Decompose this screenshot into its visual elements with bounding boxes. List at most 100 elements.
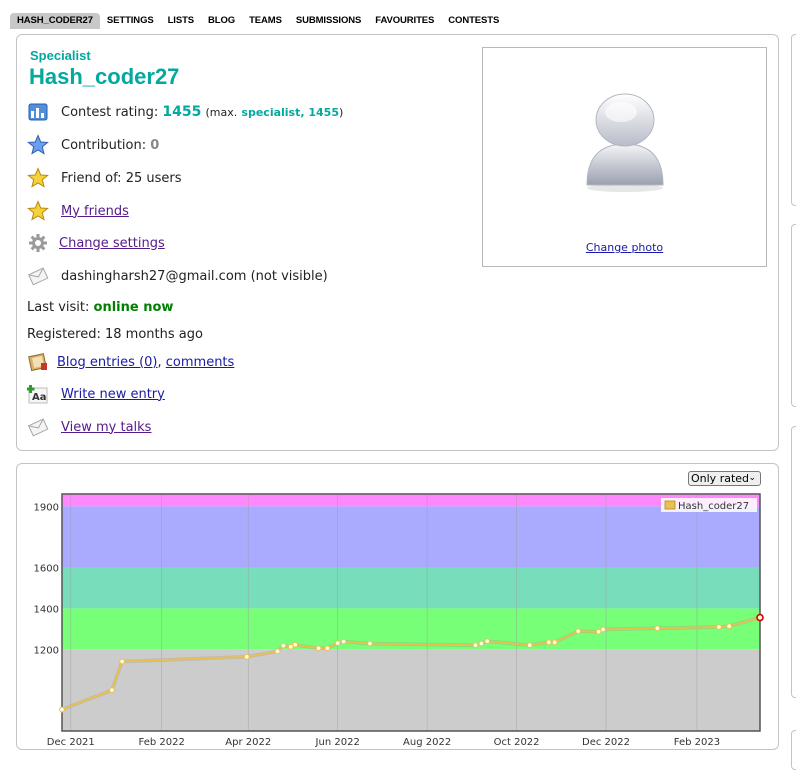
graph-filter-select[interactable]: Only rated ⌄ xyxy=(688,471,761,486)
x-tick-label-5: Oct 2022 xyxy=(494,737,540,748)
x-tick-label-6: Dec 2022 xyxy=(582,737,630,748)
profile-info-box: Specialist Hash_coder27 Contest rating: … xyxy=(16,34,779,451)
rating-point-0 xyxy=(59,706,65,713)
rating-point-21 xyxy=(600,626,606,633)
star-blue-icon xyxy=(27,134,49,156)
blog-row: Blog entries (0), comments xyxy=(27,351,234,373)
rating-point-24 xyxy=(726,623,733,630)
rating-point-18 xyxy=(551,639,558,646)
tab-contests[interactable]: CONTESTS xyxy=(441,13,506,29)
change-photo-link[interactable]: Change photo xyxy=(586,241,663,254)
comma-separator: , xyxy=(157,354,162,370)
registered-text: Registered: 18 months ago xyxy=(27,326,203,342)
rating-point-7 xyxy=(292,641,299,648)
rating-point-17 xyxy=(545,639,552,646)
graph-filter-value: Only rated xyxy=(691,472,750,485)
rating-point-2 xyxy=(119,658,126,665)
contribution-row: Contribution: 0 xyxy=(27,134,159,156)
rating-point-5 xyxy=(280,642,287,649)
max-rank: specialist, 1455 xyxy=(241,105,339,119)
tab-handle[interactable]: HASH_CODER27 xyxy=(10,12,100,29)
tab-teams[interactable]: TEAMS xyxy=(242,13,289,29)
x-tick-label-2: Apr 2022 xyxy=(225,737,271,748)
my-friends-row: My friends xyxy=(27,200,129,222)
rating-chart-icon xyxy=(27,101,49,123)
x-tick-label-0: Dec 2021 xyxy=(47,737,95,748)
comments-link[interactable]: comments xyxy=(166,355,235,370)
settings-row: Change settings xyxy=(27,232,165,254)
sidebar-edge-3 xyxy=(791,426,796,698)
rating-point-8 xyxy=(315,645,322,652)
chevron-down-icon: ⌄ xyxy=(748,473,756,483)
talks-envelope-icon xyxy=(27,416,49,438)
change-settings-link[interactable]: Change settings xyxy=(59,236,165,251)
sidebar-edge-1 xyxy=(791,34,796,206)
rating-label: Contest rating: xyxy=(61,104,159,120)
email-row: dashingharsh27@gmail.com (not visible) xyxy=(27,265,328,287)
contribution-value: 0 xyxy=(150,137,160,153)
y-tick-label-3: 1900 xyxy=(34,502,59,513)
view-talks-link[interactable]: View my talks xyxy=(61,420,151,435)
friend-of-text: Friend of: 25 users xyxy=(61,170,182,186)
rating-point-22 xyxy=(654,625,661,632)
profile-tabs: HASH_CODER27 SETTINGS LISTS BLOG TEAMS S… xyxy=(10,12,506,29)
user-rank: Specialist xyxy=(30,48,91,63)
rating-point-15 xyxy=(484,638,491,645)
sidebar-edge-2 xyxy=(791,224,796,407)
registered-row: Registered: 18 months ago xyxy=(27,323,203,345)
rating-value: 1455 xyxy=(162,104,202,120)
max-open: (max. xyxy=(205,105,238,119)
write-entry-icon: Aa xyxy=(27,383,49,405)
last-visit-row: Last visit: online now xyxy=(27,296,173,318)
friend-of-row: Friend of: 25 users xyxy=(27,167,182,189)
tab-submissions[interactable]: SUBMISSIONS xyxy=(289,13,368,29)
tab-settings[interactable]: SETTINGS xyxy=(100,13,161,29)
write-entry-row: Aa Write new entry xyxy=(27,383,165,405)
envelope-icon xyxy=(27,265,49,287)
x-tick-label-1: Feb 2022 xyxy=(139,737,185,748)
last-visit-label: Last visit: xyxy=(27,299,90,315)
tab-lists[interactable]: LISTS xyxy=(161,13,201,29)
max-close: ) xyxy=(339,105,344,119)
rating-point-9 xyxy=(324,645,331,652)
rating-point-23 xyxy=(716,624,722,630)
email-text: dashingharsh27@gmail.com (not visible) xyxy=(61,268,328,284)
talks-row: View my talks xyxy=(27,416,151,438)
star-gold-icon xyxy=(27,200,49,222)
blog-entries-link[interactable]: Blog entries (0) xyxy=(57,355,157,370)
tab-favourites[interactable]: FAVOURITES xyxy=(368,13,441,29)
rating-band-3 xyxy=(62,506,760,568)
legend-swatch xyxy=(664,500,676,510)
rating-point-13 xyxy=(472,642,479,649)
rating-band-2 xyxy=(62,567,760,609)
write-entry-link[interactable]: Write new entry xyxy=(61,387,165,402)
rating-row: Contest rating: 1455 (max. specialist, 1… xyxy=(27,101,343,123)
x-tick-label-4: Aug 2022 xyxy=(403,737,451,748)
profile-photo: Change photo xyxy=(482,47,767,267)
rating-point-25 xyxy=(756,613,764,622)
rating-point-1 xyxy=(108,687,115,694)
legend-label: Hash_coder27 xyxy=(678,501,749,512)
y-tick-label-1: 1400 xyxy=(34,604,59,615)
x-tick-label-7: Feb 2023 xyxy=(674,737,720,748)
rating-graph-box: Only rated ⌄ 1200 1400 1600 1900 Dec 2021 Feb … xyxy=(16,463,779,750)
tab-blog[interactable]: BLOG xyxy=(201,13,242,29)
gear-icon xyxy=(27,232,49,254)
x-tick-label-3: Jun 2022 xyxy=(315,737,360,748)
y-tick-label-0: 1200 xyxy=(34,645,59,656)
svg-text:Aa: Aa xyxy=(32,392,47,403)
rating-point-16 xyxy=(526,642,533,649)
rating-chart: 1200 1400 1600 1900 Dec 2021 Feb 2022 Apr 2022… xyxy=(34,493,764,748)
user-handle[interactable]: Hash_coder27 xyxy=(29,64,179,90)
star-gold-icon xyxy=(27,167,49,189)
rating-point-4 xyxy=(274,648,281,655)
y-tick-label-2: 1600 xyxy=(34,564,59,575)
rating-point-14 xyxy=(478,640,485,647)
rating-point-12 xyxy=(367,640,373,647)
rating-point-19 xyxy=(575,628,582,634)
blog-book-icon xyxy=(27,351,49,373)
my-friends-link[interactable]: My friends xyxy=(61,204,129,219)
rating-band-4 xyxy=(62,494,760,507)
avatar xyxy=(586,93,664,192)
rating-point-3 xyxy=(243,653,250,660)
